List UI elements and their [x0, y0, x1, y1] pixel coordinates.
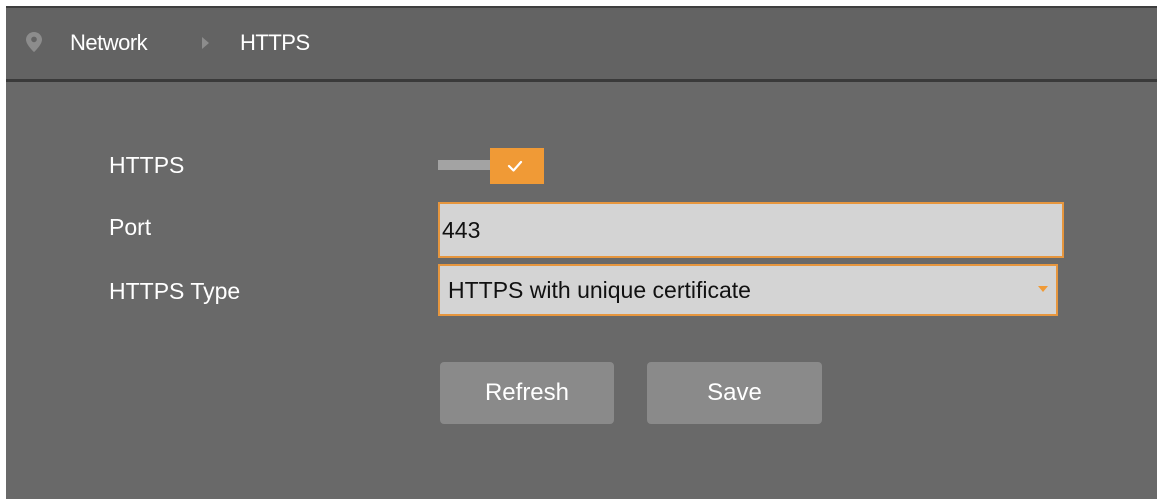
dropdown-caret-icon — [1038, 286, 1048, 292]
toggle-knob — [490, 148, 544, 184]
save-button[interactable]: Save — [647, 362, 822, 424]
https-type-label: HTTPS Type — [109, 278, 241, 304]
https-type-select[interactable]: HTTPS with unique certificate — [438, 264, 1058, 316]
https-toggle[interactable] — [438, 148, 544, 184]
refresh-button[interactable]: Refresh — [440, 362, 614, 424]
chevron-right-icon — [202, 37, 209, 49]
checkmark-icon — [507, 160, 523, 172]
location-pin-icon — [26, 32, 42, 52]
toggle-track — [438, 160, 498, 170]
https-settings-panel: Network HTTPS HTTPS Port 443 HTTPS Type … — [6, 6, 1157, 499]
breadcrumb: Network HTTPS — [6, 8, 1157, 82]
port-input[interactable]: 443 — [438, 202, 1064, 258]
breadcrumb-network[interactable]: Network — [70, 30, 148, 56]
https-type-value: HTTPS with unique certificate — [448, 277, 751, 303]
port-label: Port — [109, 214, 152, 240]
https-label: HTTPS — [109, 152, 185, 178]
breadcrumb-https: HTTPS — [240, 30, 310, 55]
